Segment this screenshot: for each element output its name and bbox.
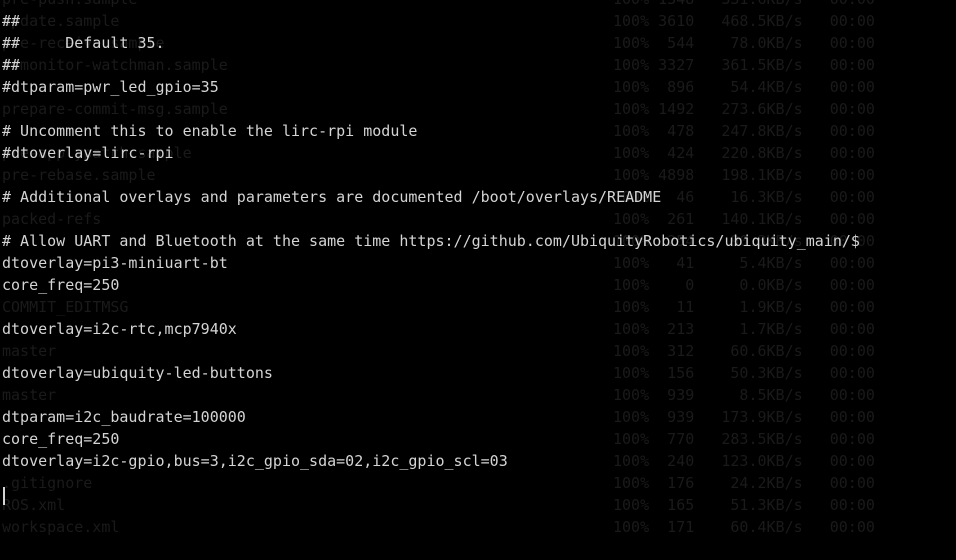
editor-line[interactable] [0, 98, 956, 120]
editor-text-area[interactable]: ## ## Default 35. ## #dtparam=pwr_led_gpio=… [0, 0, 956, 560]
editor-line[interactable] [0, 0, 956, 10]
terminal-window[interactable]: pre-push.sample100% 1348 331.6KB/s 00:00… [0, 0, 956, 548]
editor-line[interactable]: ## Default 35. [0, 32, 956, 54]
text-cursor [3, 487, 5, 505]
editor-line[interactable] [0, 494, 956, 516]
editor-line[interactable]: dtparam=i2c_baudrate=100000 [0, 406, 956, 428]
editor-line[interactable] [0, 538, 956, 560]
editor-line[interactable]: core_freq=250 [0, 428, 956, 450]
editor-line[interactable]: dtoverlay=i2c-gpio,bus=3,i2c_gpio_sda=02… [0, 450, 956, 472]
editor-line[interactable]: dtoverlay=ubiquity-led-buttons [0, 362, 956, 384]
editor-line[interactable] [0, 164, 956, 186]
editor-line[interactable] [0, 384, 956, 406]
editor-line[interactable]: # Allow UART and Bluetooth at the same t… [0, 230, 956, 252]
editor-line[interactable]: #dtparam=pwr_led_gpio=35 [0, 76, 956, 98]
editor-line[interactable] [0, 516, 956, 538]
editor-line[interactable]: #dtoverlay=lirc-rpi [0, 142, 956, 164]
editor-line[interactable] [0, 296, 956, 318]
editor-line[interactable] [0, 208, 956, 230]
editor-line[interactable]: # Additional overlays and parameters are… [0, 186, 956, 208]
editor-line[interactable]: dtoverlay=pi3-miniuart-bt [0, 252, 956, 274]
editor-line[interactable]: ## [0, 10, 956, 32]
editor-line[interactable]: # Uncomment this to enable the lirc-rpi … [0, 120, 956, 142]
editor-line[interactable]: core_freq=250 [0, 274, 956, 296]
editor-line[interactable] [0, 472, 956, 494]
editor-line[interactable]: dtoverlay=i2c-rtc,mcp7940x [0, 318, 956, 340]
editor-line[interactable]: ## [0, 54, 956, 76]
editor-line[interactable] [0, 340, 956, 362]
